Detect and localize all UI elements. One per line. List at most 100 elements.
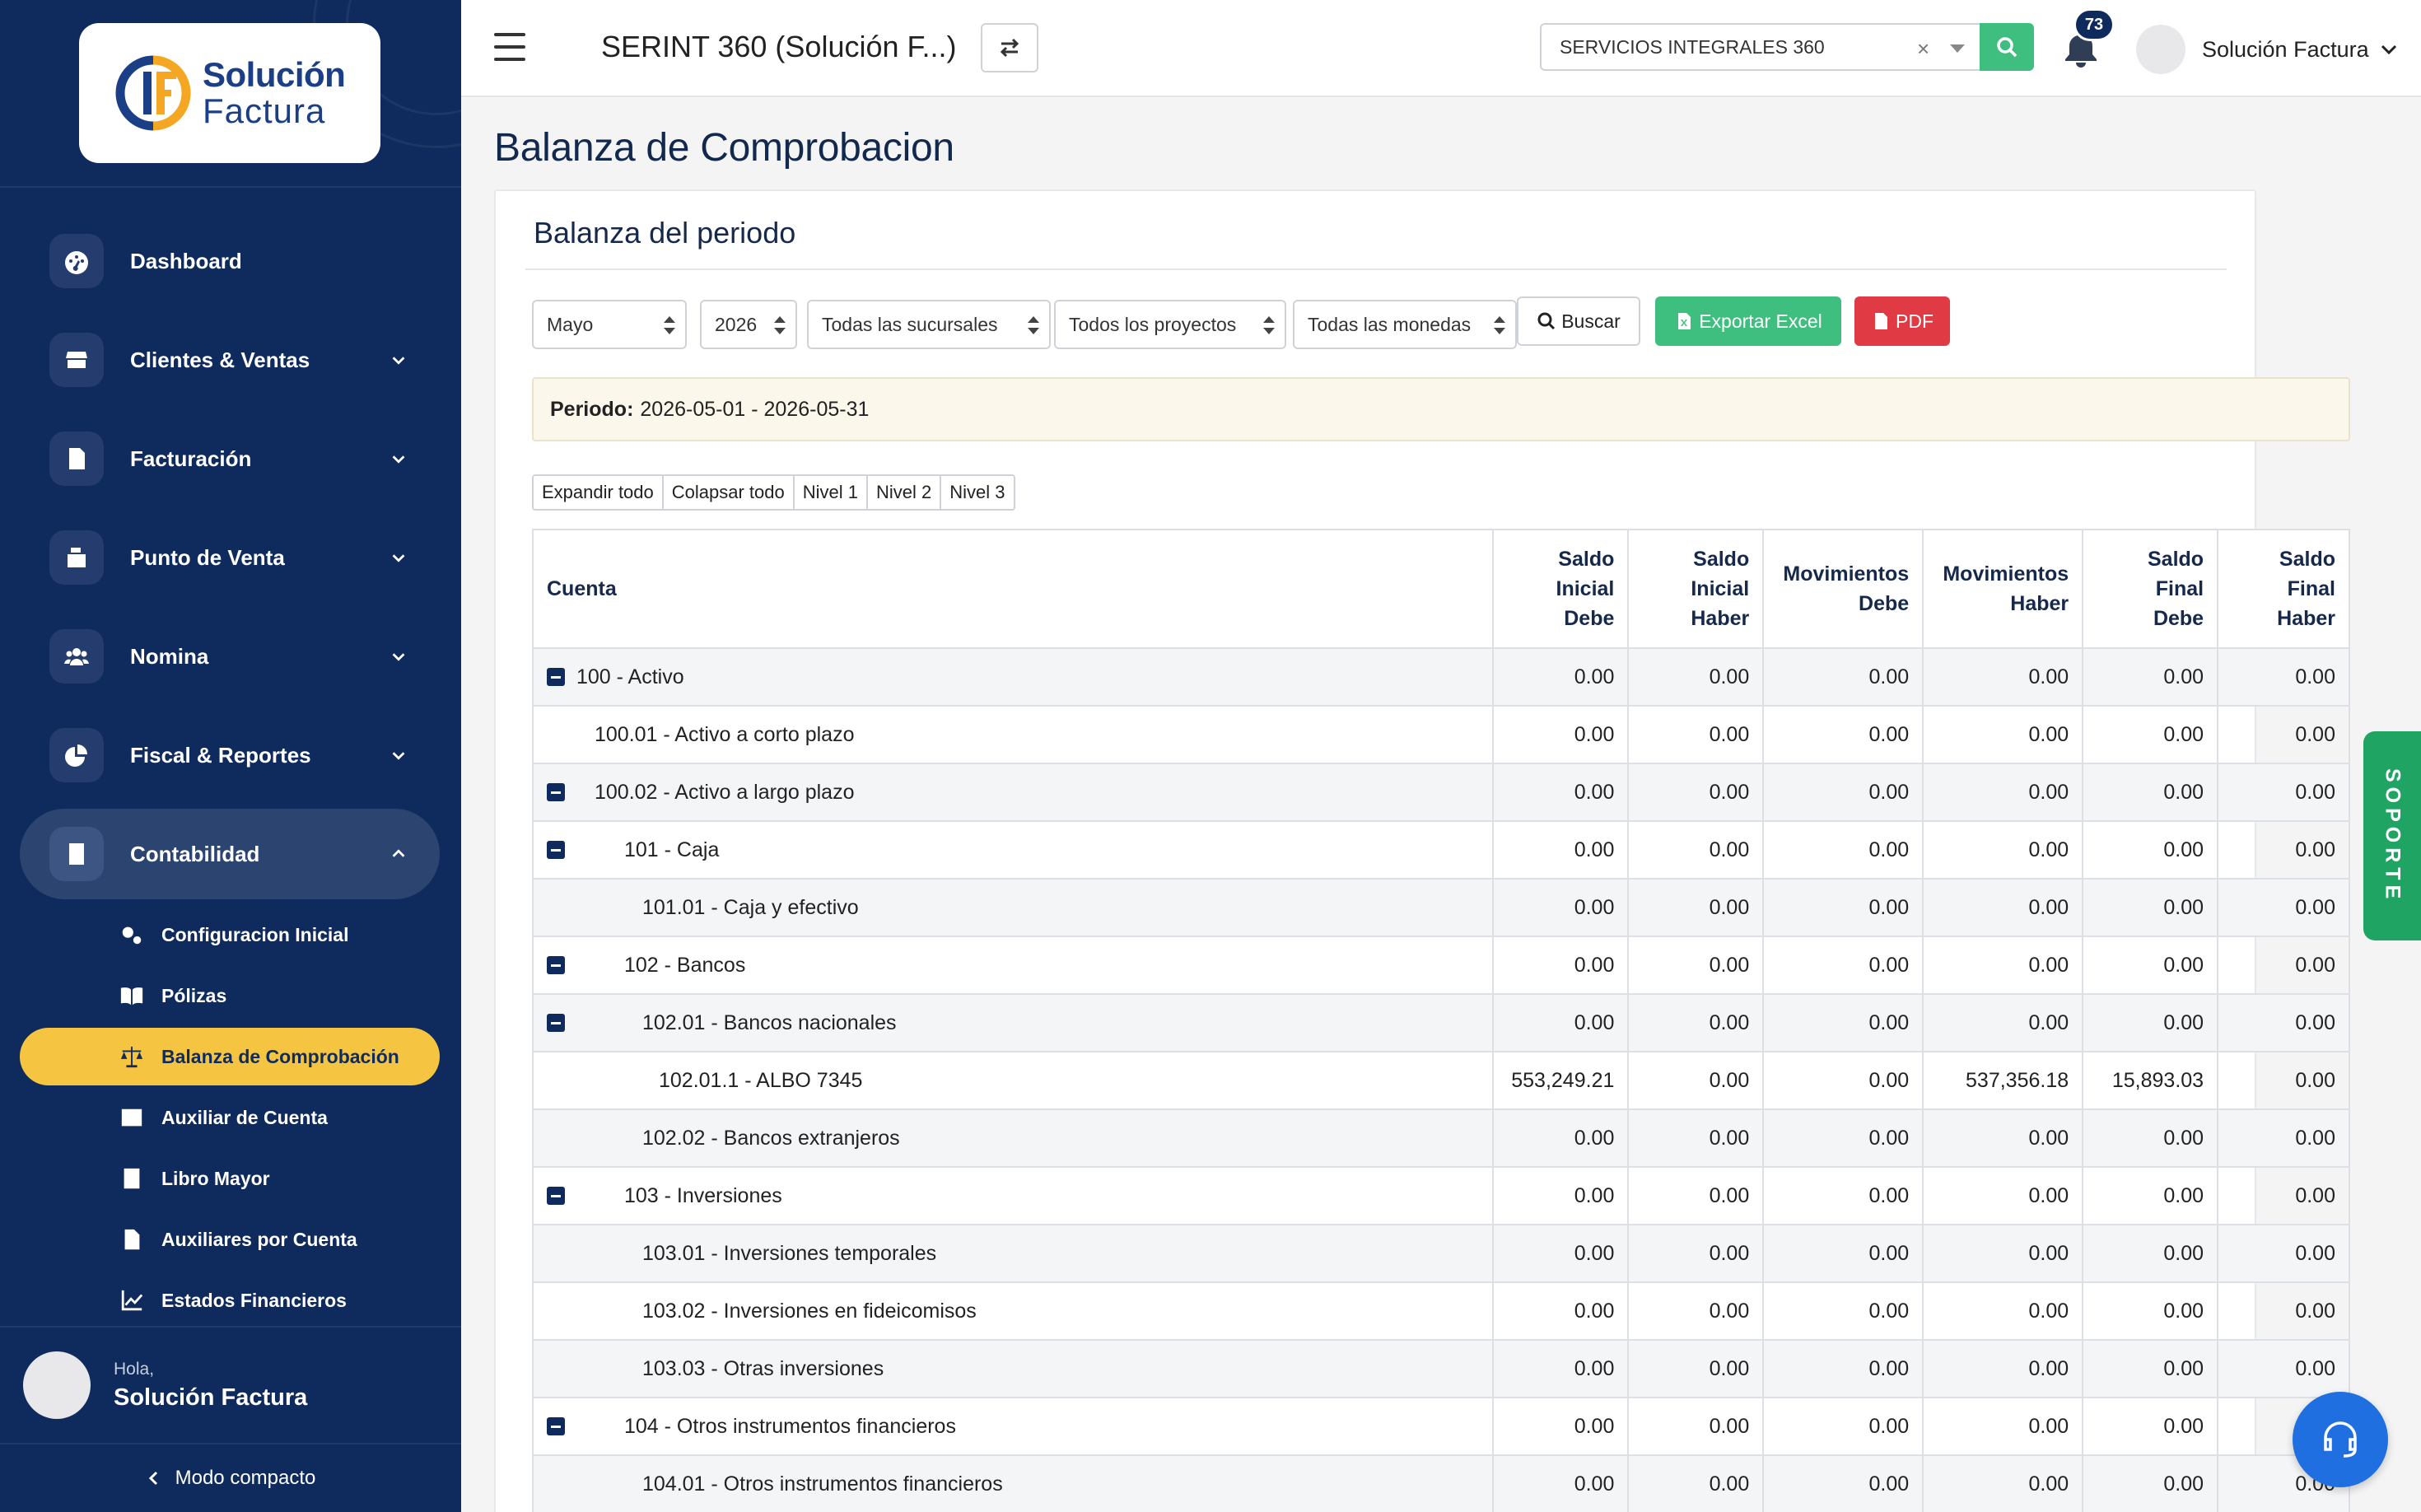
table-row[interactable]: 104.01 - Otros instrumentos financieros 0… (531, 1454, 2350, 1512)
table-row[interactable]: 103.03 - Otras inversiones 0.00 0.00 0.00 0.… (531, 1339, 2350, 1398)
column-header[interactable]: Saldo Final Haber (2217, 529, 2350, 649)
amount-cell: 0.00 (1762, 705, 1924, 764)
amount-cell: 0.00 (1762, 1397, 1924, 1456)
clear-icon[interactable]: × (1917, 36, 1929, 62)
column-header[interactable]: Saldo Inicial Debe (1492, 529, 1630, 649)
nav-facturacion[interactable]: Facturación (20, 413, 440, 504)
column-header[interactable]: Saldo Inicial Haber (1627, 529, 1765, 649)
collapse-toggle-icon[interactable] (547, 956, 565, 974)
account-cell: 103.01 - Inversiones temporales (531, 1224, 1495, 1283)
account-name: 103.01 - Inversiones temporales (642, 1241, 937, 1265)
nav-punto-venta[interactable]: Punto de Venta (20, 512, 440, 603)
greeting: Hola, (114, 1359, 155, 1379)
expand-all-button[interactable]: Expandir todo (534, 476, 664, 509)
amount-cell: 0.00 (1922, 1108, 2084, 1168)
buscar-button[interactable]: Buscar (1517, 296, 1640, 346)
sidebar-user[interactable]: Hola, Solución Factura (0, 1326, 461, 1443)
amount-cell: 0.00 (1627, 1339, 1765, 1398)
amount-cell: 0.00 (1762, 820, 1924, 880)
sub-auxiliar-cuenta[interactable]: Auxiliar de Cuenta (20, 1089, 440, 1146)
account-cell: 102 - Bancos (531, 936, 1495, 995)
nav-dashboard[interactable]: Dashboard (20, 216, 440, 306)
nav-contabilidad[interactable]: Contabilidad (20, 809, 440, 899)
amount-cell: 0.00 (1492, 878, 1630, 937)
project-select[interactable]: Todos los proyectos (1054, 300, 1286, 349)
table-row[interactable]: 102.01 - Bancos nacionales 0.00 0.00 0.00 0.… (531, 993, 2350, 1052)
notifications-button[interactable]: 73 (2055, 8, 2115, 76)
currency-select[interactable]: Todas las monedas (1293, 300, 1517, 349)
column-header[interactable]: Movimientos Debe (1762, 529, 1924, 649)
user-name: Solución Factura (2202, 36, 2369, 62)
amount-cell: 0.00 (1762, 1051, 1924, 1110)
sub-auxiliares-cuenta[interactable]: Auxiliares por Cuenta (20, 1211, 440, 1268)
cogs-icon (117, 920, 147, 950)
sub-estados-financieros[interactable]: Estados Financieros (20, 1272, 440, 1329)
column-header[interactable]: Movimientos Haber (1922, 529, 2084, 649)
amount-cell: 0.00 (1922, 1339, 2084, 1398)
sub-polizas[interactable]: Pólizas (20, 967, 440, 1024)
store-icon (49, 333, 104, 387)
amount-cell: 0.00 (1492, 1339, 1630, 1398)
collapse-all-button[interactable]: Colapsar todo (663, 476, 795, 509)
table-row[interactable]: 102.02 - Bancos extranjeros 0.00 0.00 0.00 0… (531, 1108, 2350, 1168)
soporte-tab[interactable]: SOPORTE (2363, 731, 2421, 940)
updown-icon (1028, 315, 1039, 336)
table-row[interactable]: 103.01 - Inversiones temporales 0.00 0.00 0… (531, 1224, 2350, 1283)
search-icon (1997, 37, 2018, 58)
column-header[interactable]: Saldo Final Debe (2082, 529, 2219, 649)
sub-balanza-comprobacion[interactable]: Balanza de Comprobación (20, 1028, 440, 1085)
user-menu[interactable]: Solución Factura (2136, 25, 2399, 74)
table-row[interactable]: 101 - Caja 0.00 0.00 0.00 0.00 0.00 0.00 (531, 820, 2350, 880)
company-search-button[interactable] (1980, 23, 2034, 71)
branch-select[interactable]: Todas las sucursales (807, 300, 1051, 349)
amount-cell: 0.00 (1627, 1224, 1765, 1283)
table-row[interactable]: 100.02 - Activo a largo plazo 0.00 0.00 0.0… (531, 763, 2350, 822)
card-title: Balanza del periodo (534, 216, 796, 250)
year-select[interactable]: 2026 (700, 300, 797, 349)
table-row[interactable]: 100.01 - Activo a corto plazo 0.00 0.00 0.0… (531, 705, 2350, 764)
column-header-cuenta[interactable]: Cuenta (531, 529, 1495, 649)
nav-nomina[interactable]: Nomina (20, 611, 440, 702)
level-1-button[interactable]: Nivel 1 (794, 476, 868, 509)
table-row[interactable]: 103.02 - Inversiones en fideicomisos 0.00… (531, 1281, 2350, 1341)
amount-cell: 0.00 (2217, 1166, 2350, 1225)
collapse-toggle-icon[interactable] (547, 668, 565, 686)
level-3-button[interactable]: Nivel 3 (941, 476, 1014, 509)
amount-cell: 0.00 (1492, 1397, 1630, 1456)
amount-cell: 0.00 (2217, 1224, 2350, 1283)
collapse-toggle-icon[interactable] (547, 841, 565, 859)
level-2-button[interactable]: Nivel 2 (868, 476, 942, 509)
amount-cell: 553,249.21 (1492, 1051, 1630, 1110)
company-select[interactable]: SERVICIOS INTEGRALES 360 × (1540, 23, 1980, 71)
collapse-toggle-icon[interactable] (547, 1187, 565, 1205)
account-cell: 100.01 - Activo a corto plazo (531, 705, 1495, 764)
table-row[interactable]: 102 - Bancos 0.00 0.00 0.00 0.00 0.00 0.00 (531, 936, 2350, 995)
export-excel-button[interactable]: Exportar Excel (1655, 296, 1841, 346)
menu-icon[interactable] (494, 33, 525, 61)
month-select[interactable]: Mayo (532, 300, 687, 349)
amount-cell: 0.00 (1762, 1108, 1924, 1168)
collapse-toggle-icon[interactable] (547, 1014, 565, 1032)
brand-logo[interactable]: Solución Factura (79, 23, 380, 163)
switch-company-button[interactable] (981, 23, 1038, 72)
table-row[interactable]: 101.01 - Caja y efectivo 0.00 0.00 0.00 0.00… (531, 878, 2350, 937)
amount-cell: 0.00 (1922, 705, 2084, 764)
collapse-toggle-icon[interactable] (547, 1417, 565, 1435)
table-row[interactable]: 104 - Otros instrumentos financieros 0.00… (531, 1397, 2350, 1456)
amount-cell: 0.00 (1922, 993, 2084, 1052)
export-pdf-button[interactable]: PDF (1854, 296, 1950, 346)
nav-fiscal-reportes[interactable]: Fiscal & Reportes (20, 710, 440, 800)
table-row[interactable]: 100 - Activo 0.00 0.00 0.00 0.00 0.00 0.00 (531, 647, 2350, 707)
compact-mode-toggle[interactable]: Modo compacto (0, 1443, 461, 1512)
sub-libro-mayor[interactable]: Libro Mayor (20, 1150, 440, 1207)
table-row[interactable]: 103 - Inversiones 0.00 0.00 0.00 0.00 0.00 0.0… (531, 1166, 2350, 1225)
sub-configuracion-inicial[interactable]: Configuracion Inicial (20, 906, 440, 964)
table-row[interactable]: 102.01.1 - ALBO 7345 553,249.21 0.00 0.00 53… (531, 1051, 2350, 1110)
chevron-left-icon (148, 1471, 157, 1486)
amount-cell: 0.00 (2217, 878, 2350, 937)
amount-cell: 0.00 (2217, 1108, 2350, 1168)
amount-cell: 0.00 (1922, 1166, 2084, 1225)
collapse-toggle-icon[interactable] (547, 783, 565, 801)
nav-clientes-ventas[interactable]: Clientes & Ventas (20, 315, 440, 405)
chat-support-button[interactable] (2293, 1392, 2388, 1487)
